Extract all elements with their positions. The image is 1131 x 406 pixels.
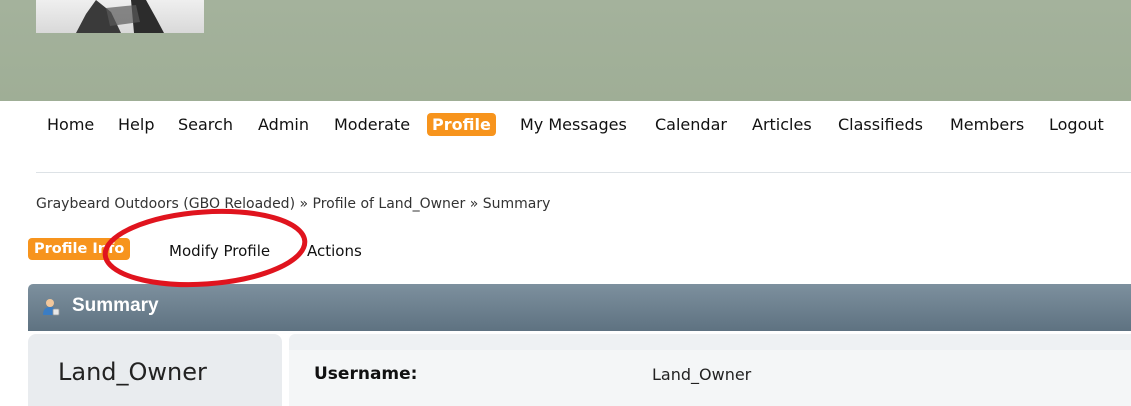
header-banner (0, 0, 1131, 101)
nav-home[interactable]: Home (47, 115, 94, 134)
tab-modify-profile[interactable]: Modify Profile (169, 242, 270, 260)
tab-profile-info[interactable]: Profile Info (28, 238, 131, 260)
nav-articles[interactable]: Articles (752, 115, 812, 134)
section-title: Summary (72, 295, 159, 316)
tab-actions[interactable]: Actions (307, 242, 362, 260)
nav-logout[interactable]: Logout (1049, 115, 1104, 134)
breadcrumb-profile-link[interactable]: Profile of Land_Owner (313, 196, 466, 212)
nav-members[interactable]: Members (950, 115, 1024, 134)
breadcrumb-site-link[interactable]: Graybeard Outdoors (GBO Reloaded) (36, 196, 295, 212)
profile-card: Land_Owner (28, 334, 282, 406)
nav-admin[interactable]: Admin (258, 115, 309, 134)
nav-divider (36, 172, 1131, 173)
profile-details-panel: Username: Land_Owner (289, 334, 1131, 406)
username-value: Land_Owner (652, 365, 752, 384)
main-nav: Home Help Search Admin Moderate Profile … (0, 108, 1131, 144)
nav-profile[interactable]: Profile (427, 113, 496, 136)
breadcrumb-separator: » (469, 196, 483, 212)
username-label: Username: (314, 364, 418, 384)
breadcrumb: Graybeard Outdoors (GBO Reloaded) » Prof… (36, 196, 550, 212)
nav-help[interactable]: Help (118, 115, 154, 134)
nav-classifieds[interactable]: Classifieds (838, 115, 923, 134)
breadcrumb-separator: » (299, 196, 313, 212)
nav-moderate[interactable]: Moderate (334, 115, 410, 134)
nav-calendar[interactable]: Calendar (655, 115, 727, 134)
user-icon (43, 299, 60, 316)
breadcrumb-current: Summary (482, 196, 551, 212)
nav-my-messages[interactable]: My Messages (520, 115, 627, 134)
banner-photo (36, 0, 204, 33)
nav-search[interactable]: Search (178, 115, 233, 134)
summary-header: Summary (28, 284, 1131, 331)
profile-display-name: Land_Owner (58, 358, 207, 386)
